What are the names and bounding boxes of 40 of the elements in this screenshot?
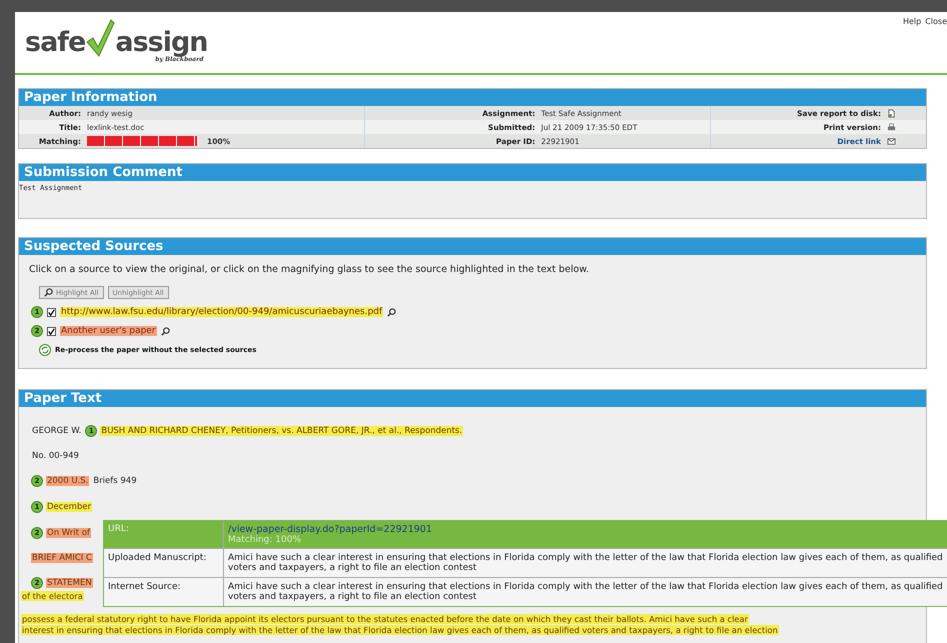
envelope-icon[interactable] xyxy=(887,136,896,146)
document-icon[interactable] xyxy=(887,108,896,118)
panel-title: Paper Information xyxy=(19,89,926,106)
highlighted-text: of the electora xyxy=(21,591,84,601)
logo-text: assign xyxy=(115,27,208,58)
highlighted-text: BUSH AND RICHARD CHENEY, Petitioners, vs. ALBERT GORE, JR., et al., Respondents. xyxy=(100,426,464,436)
source-link[interactable]: http://www.law.fsu.edu/library/election/00-949/amicuscuriaebaynes.pdf xyxy=(60,307,384,317)
panel-title: Suspected Sources xyxy=(19,238,926,255)
highlighted-text: BRIEF AMICI C xyxy=(31,553,93,563)
highlighted-text: On Writ of xyxy=(46,528,91,538)
row-label: Internet Source: xyxy=(104,578,224,606)
source-link[interactable]: Another user's paper xyxy=(60,326,157,336)
url-label: URL: xyxy=(104,521,224,548)
matched-text: Amici have such a clear interest in ensuring that elections in Florida comply with the letter of the law that Florida election law gives each of them, as qualified voters and taxpayers, a right to file an election contest xyxy=(227,552,944,575)
checkmark-icon xyxy=(85,18,116,58)
highlighted-text: December xyxy=(46,502,92,512)
logo-text: safe xyxy=(25,27,86,58)
checkbox[interactable] xyxy=(47,326,56,336)
instructions-text: Click on a source to view the original, or click on the magnifying glass to see the source highlighted in the text below. xyxy=(28,263,590,277)
highlighted-text: possess a federal statutory right to have Florida appoint its electors pursuant to the statutes enacted before the date on which they cast their ballots. Amici have such a clear xyxy=(21,614,749,624)
highlighted-text: interest in ensuring that elections in Florida comply with the letter of the law that Florida election law gives each of them, as qualified voters and taxpayers, a right to file an election xyxy=(21,625,779,635)
panel-title: Paper Text xyxy=(19,390,926,407)
paper-text: GEORGE W. xyxy=(31,426,82,436)
highlighted-text: 2000 U.S. xyxy=(46,476,90,486)
magnifier-icon[interactable] xyxy=(160,326,170,336)
paper-text: Briefs 949 xyxy=(92,476,138,486)
header-link[interactable]: Help xyxy=(902,17,922,26)
refresh-icon[interactable] xyxy=(39,344,51,356)
highlighted-text: STATEMEN xyxy=(46,578,93,588)
url-link[interactable]: /view-paper-display.do?paperId=22921901 xyxy=(228,524,947,535)
matching-text: Matching: 100% xyxy=(228,535,302,545)
printer-icon[interactable] xyxy=(887,122,896,132)
magnifier-icon[interactable] xyxy=(387,308,396,316)
panel-title: Submission Comment xyxy=(19,164,926,181)
paper-text: No. 00-949 xyxy=(31,451,80,461)
row-label: Uploaded Manuscript: xyxy=(104,549,224,577)
checkbox[interactable] xyxy=(47,308,56,316)
header-link[interactable]: Close xyxy=(925,17,947,26)
matched-text: Amici have such a clear interest in ensuring that elections in Florida comply with the letter of the law that Florida election law gives each of them, as qualified voters and taxpayers, a right to file an election contest xyxy=(227,581,944,604)
magnifier-icon[interactable] xyxy=(44,288,53,297)
